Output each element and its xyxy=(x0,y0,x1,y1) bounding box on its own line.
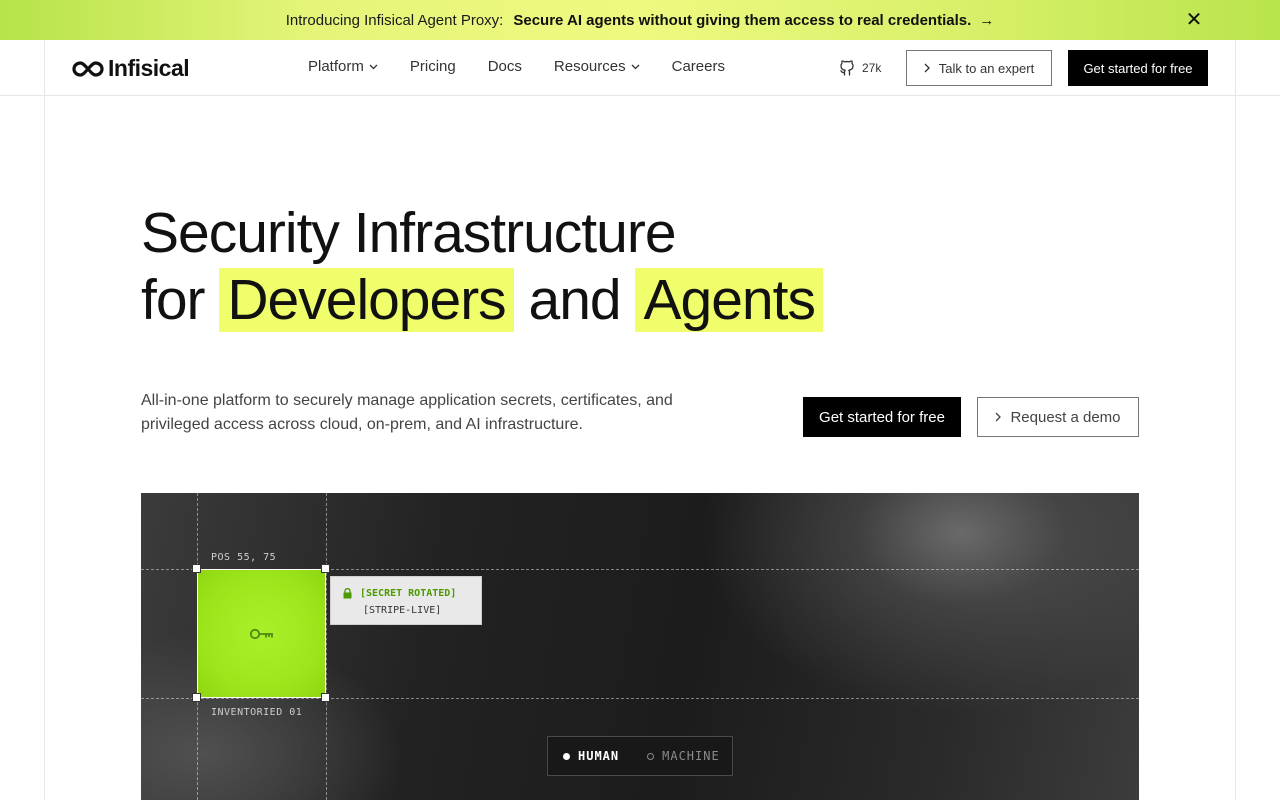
hero-title-for: for xyxy=(141,268,206,332)
guide-dashed-line xyxy=(326,493,327,800)
nav-item-label: Platform xyxy=(308,58,364,75)
hero-title-and: and xyxy=(528,268,622,332)
hero-highlight-developers: Developers xyxy=(219,268,514,332)
arrow-right-icon: → xyxy=(979,11,995,29)
resize-handle[interactable] xyxy=(192,693,201,702)
hero-title-line1: Security Infrastructure xyxy=(141,201,677,265)
inventory-label: INVENTORIED 01 xyxy=(211,707,303,718)
chevron-right-icon xyxy=(924,60,930,76)
talk-to-expert-button[interactable]: Talk to an expert xyxy=(906,50,1052,86)
chevron-down-icon xyxy=(369,62,378,72)
toggle-option-machine[interactable]: MACHINE xyxy=(647,749,720,763)
toggle-option-human[interactable]: HUMAN xyxy=(563,749,619,763)
nav-item-docs[interactable]: Docs xyxy=(488,58,522,75)
nav-item-label: Pricing xyxy=(409,58,456,75)
lock-icon xyxy=(343,588,352,599)
github-star-count: 27k xyxy=(862,61,882,75)
hero-title: Security Infrastructure for Developers a… xyxy=(141,200,823,334)
resize-handle[interactable] xyxy=(321,564,330,573)
top-nav: Infisical Platform Pricing Docs Resource… xyxy=(0,40,1280,96)
toggle-machine-label: MACHINE xyxy=(662,749,720,763)
nav-item-label: Careers xyxy=(671,58,725,75)
hero-get-started-button[interactable]: Get started for free xyxy=(803,397,961,437)
banner-intro: Introducing Infisical Agent Proxy: xyxy=(285,11,504,29)
brand-name: Infisical xyxy=(108,55,190,81)
nav-item-careers[interactable]: Careers xyxy=(672,58,725,75)
infinity-logo-icon xyxy=(72,60,104,77)
request-demo-label: Request a demo xyxy=(1010,408,1121,426)
github-stars-link[interactable]: 27k xyxy=(838,59,881,77)
nav-item-pricing[interactable]: Pricing xyxy=(410,58,456,75)
talk-to-expert-label: Talk to an expert xyxy=(938,60,1035,76)
toast-subtitle: [STRIPE-LIVE] xyxy=(363,605,442,616)
position-label: POS 55, 75 xyxy=(211,552,277,563)
chevron-down-icon xyxy=(631,62,640,72)
toast-title-row: [SECRET ROTATED] xyxy=(343,585,481,602)
radio-dot-icon xyxy=(647,752,655,760)
hero-highlight-agents: Agents xyxy=(635,268,823,332)
toast-title: [SECRET ROTATED] xyxy=(360,588,457,599)
nav-item-resources[interactable]: Resources xyxy=(554,58,640,75)
announcement-banner[interactable]: Introducing Infisical Agent Proxy: Secur… xyxy=(0,0,1280,40)
nav-get-started-button[interactable]: Get started for free xyxy=(1068,50,1208,86)
secret-rotated-toast: [SECRET ROTATED] [STRIPE-LIVE] xyxy=(330,576,482,625)
nav-item-label: Docs xyxy=(487,58,522,75)
hero-get-started-label: Get started for free xyxy=(819,408,945,426)
nav-item-platform[interactable]: Platform xyxy=(308,58,378,75)
nav-get-started-label: Get started for free xyxy=(1083,60,1193,76)
right-guide-line xyxy=(1235,40,1236,800)
main-menu: Platform Pricing Docs Resources Careers xyxy=(308,58,757,75)
hero-description: All-in-one platform to securely manage a… xyxy=(141,392,673,433)
hero-visual-panel: POS 55, 75 INVENTORIED 01 [SECRET ROTATE… xyxy=(141,493,1139,800)
key-icon xyxy=(249,628,273,639)
resize-handle[interactable] xyxy=(192,564,201,573)
github-icon xyxy=(840,60,854,76)
close-icon[interactable]: ✕ xyxy=(1184,10,1204,30)
toggle-human-label: HUMAN xyxy=(578,749,620,763)
resize-handle[interactable] xyxy=(321,693,330,702)
brand-logo[interactable]: Infisical xyxy=(72,55,190,82)
radio-dot-icon xyxy=(563,752,570,760)
guide-dashed-line xyxy=(141,698,1139,699)
human-machine-toggle: HUMAN MACHINE xyxy=(547,736,733,776)
nav-item-label: Resources xyxy=(553,58,626,75)
request-demo-button[interactable]: Request a demo xyxy=(977,397,1139,437)
left-guide-line xyxy=(44,40,45,800)
banner-headline-link[interactable]: Secure AI agents without giving them acc… xyxy=(513,12,971,29)
chevron-right-icon xyxy=(995,409,1002,425)
secret-tile[interactable] xyxy=(197,569,326,698)
